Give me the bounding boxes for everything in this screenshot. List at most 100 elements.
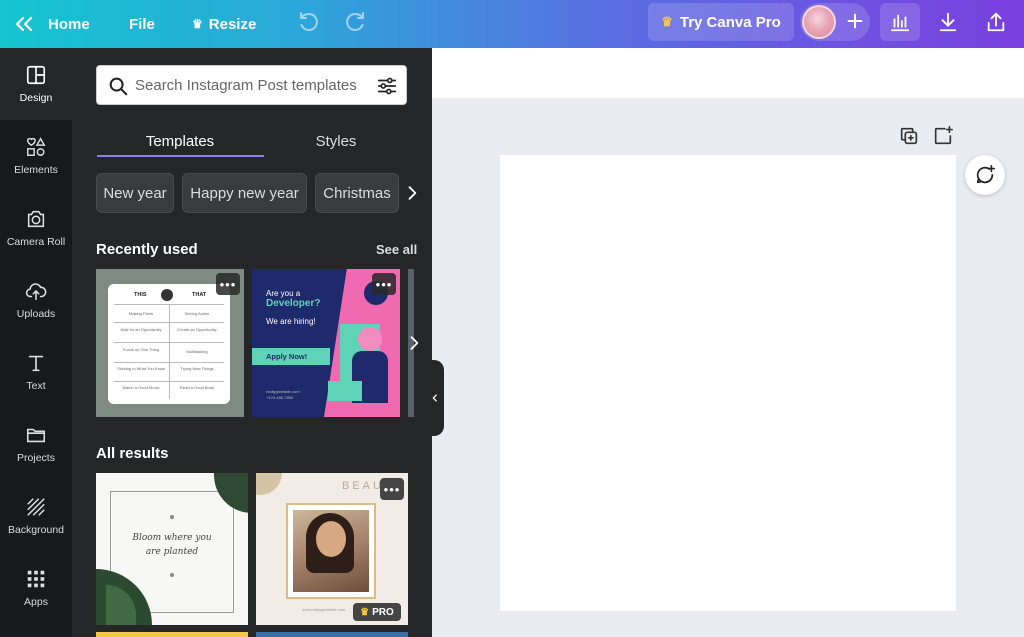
rail-label: Background [7, 524, 65, 536]
rail-item-text[interactable]: Text [0, 336, 72, 408]
try-pro-label: Try Canva Pro [679, 13, 781, 31]
share-button[interactable] [976, 3, 1016, 41]
template-url: www.reallygreatsite.com [302, 607, 346, 612]
template-partial[interactable] [256, 632, 408, 637]
camera-icon [27, 210, 45, 228]
templates-panel: Templates Styles New year Happy new year… [72, 48, 432, 637]
duplicate-page-icon[interactable] [898, 125, 920, 147]
table-cell: Wait for an Opportunity [120, 327, 162, 332]
hatch-icon [27, 498, 45, 516]
tab-templates[interactable]: Templates [96, 124, 264, 158]
crown-icon: ♛ [192, 17, 203, 31]
design-canvas[interactable] [500, 155, 956, 611]
rail-item-apps[interactable]: Apps [0, 552, 72, 624]
rail-item-uploads[interactable]: Uploads [0, 264, 72, 336]
redo-icon[interactable] [343, 11, 367, 35]
see-all-link[interactable]: See all [376, 242, 417, 257]
search-input[interactable] [135, 73, 370, 97]
chevron-left-icon [432, 394, 437, 402]
tab-styles[interactable]: Styles [264, 124, 408, 158]
top-bar: Home File ♛ Resize ♛ Try Canva Pro [0, 0, 1024, 48]
pro-label: PRO [372, 606, 394, 618]
collaborators [800, 3, 870, 41]
table-cell: Create an Opportunity [177, 327, 217, 332]
row-divider [114, 381, 224, 382]
template-this-that[interactable]: THIS THAT Making Plans Seeing Action Wai… [96, 269, 244, 417]
search-icon [109, 77, 128, 96]
laptop-illustration [328, 381, 362, 401]
divider-dot [161, 289, 173, 301]
more-options-button[interactable]: ••• [380, 478, 404, 500]
rail-item-design[interactable]: Design [0, 48, 72, 120]
rail-label: Elements [14, 164, 58, 176]
template-line: We are hiring! [266, 317, 316, 326]
table-cell: Making Plans [128, 311, 153, 316]
this-header: THIS [134, 292, 147, 298]
row-divider [114, 362, 224, 363]
chip-christmas[interactable]: Christmas [315, 173, 399, 213]
dot [170, 515, 174, 519]
template-heading: BEAU [342, 480, 384, 492]
crown-icon: ♛ [661, 14, 673, 29]
home-button[interactable]: Home [48, 0, 90, 48]
chevron-right-icon[interactable] [404, 330, 424, 356]
chip-happy-new-year[interactable]: Happy new year [182, 173, 307, 213]
page-tools [896, 125, 960, 147]
template-footer: reallygreatsite.com +123-456-7890 [266, 389, 300, 401]
add-page-icon[interactable] [932, 125, 954, 147]
avatar[interactable] [802, 5, 836, 39]
file-menu[interactable]: File [129, 0, 155, 48]
text-icon [28, 355, 44, 372]
portrait-face [316, 521, 346, 557]
row-divider [114, 304, 224, 305]
rail-label: Projects [17, 452, 55, 464]
chip-new-year[interactable]: New year [96, 173, 174, 213]
insights-button[interactable] [880, 3, 920, 41]
filter-sliders-icon[interactable] [376, 75, 398, 97]
comment-add-icon [976, 165, 995, 184]
all-results-heading: All results [96, 445, 169, 462]
rail-item-camera-roll[interactable]: Camera Roll [0, 192, 72, 264]
rail-label: Text [26, 380, 46, 392]
add-comment-button[interactable] [965, 155, 1005, 195]
search-box [96, 65, 407, 105]
shapes-icon [27, 137, 46, 156]
template-line: Developer? [266, 298, 321, 309]
table-cell: Seeing Action [184, 311, 210, 316]
table-cell: Watch a Good Movie [122, 385, 160, 390]
rail-item-background[interactable]: Background [0, 480, 72, 552]
rail-item-projects[interactable]: Projects [0, 408, 72, 480]
undo-icon[interactable] [297, 11, 321, 35]
template-card: THIS THAT Making Plans Seeing Action Wai… [108, 284, 230, 404]
rail-label: Apps [24, 596, 48, 608]
rail-label: Camera Roll [6, 236, 66, 248]
template-footer-line: +123-456-7890 [266, 395, 294, 400]
table-cell: Trying New Things [180, 366, 214, 371]
resize-button[interactable]: ♛ Resize [192, 0, 256, 48]
row-divider [114, 322, 224, 323]
cloud-upload-icon [25, 283, 47, 301]
template-developer-hiring[interactable]: Are you a Developer? We are hiring! Appl… [252, 269, 400, 417]
share-upload-icon [987, 12, 1005, 32]
table-cell: Sticking to What You Know [117, 366, 165, 371]
chevron-right-icon[interactable] [402, 181, 422, 205]
template-bloom[interactable]: Bloom where you are planted [96, 473, 248, 625]
collapse-panel-handle[interactable] [426, 360, 444, 436]
chevrons-left-icon[interactable] [12, 12, 36, 36]
template-partial[interactable] [96, 632, 248, 637]
rail-item-elements[interactable]: Elements [0, 120, 72, 192]
recently-used-heading: Recently used [96, 241, 198, 258]
leaf-illustration [256, 473, 282, 495]
template-quote: Bloom where you are planted [132, 533, 212, 557]
layout-icon [26, 65, 46, 85]
try-canva-pro-button[interactable]: ♛ Try Canva Pro [648, 3, 794, 41]
table-cell: Focus on One Thing [122, 347, 160, 352]
person-head [358, 327, 382, 351]
more-options-button[interactable]: ••• [372, 273, 396, 295]
download-button[interactable] [928, 3, 968, 41]
dot [170, 573, 174, 577]
pro-badge: ♛ PRO [353, 603, 401, 621]
more-options-button[interactable]: ••• [216, 273, 240, 295]
plus-icon[interactable] [844, 10, 866, 32]
grid-icon [27, 570, 45, 588]
